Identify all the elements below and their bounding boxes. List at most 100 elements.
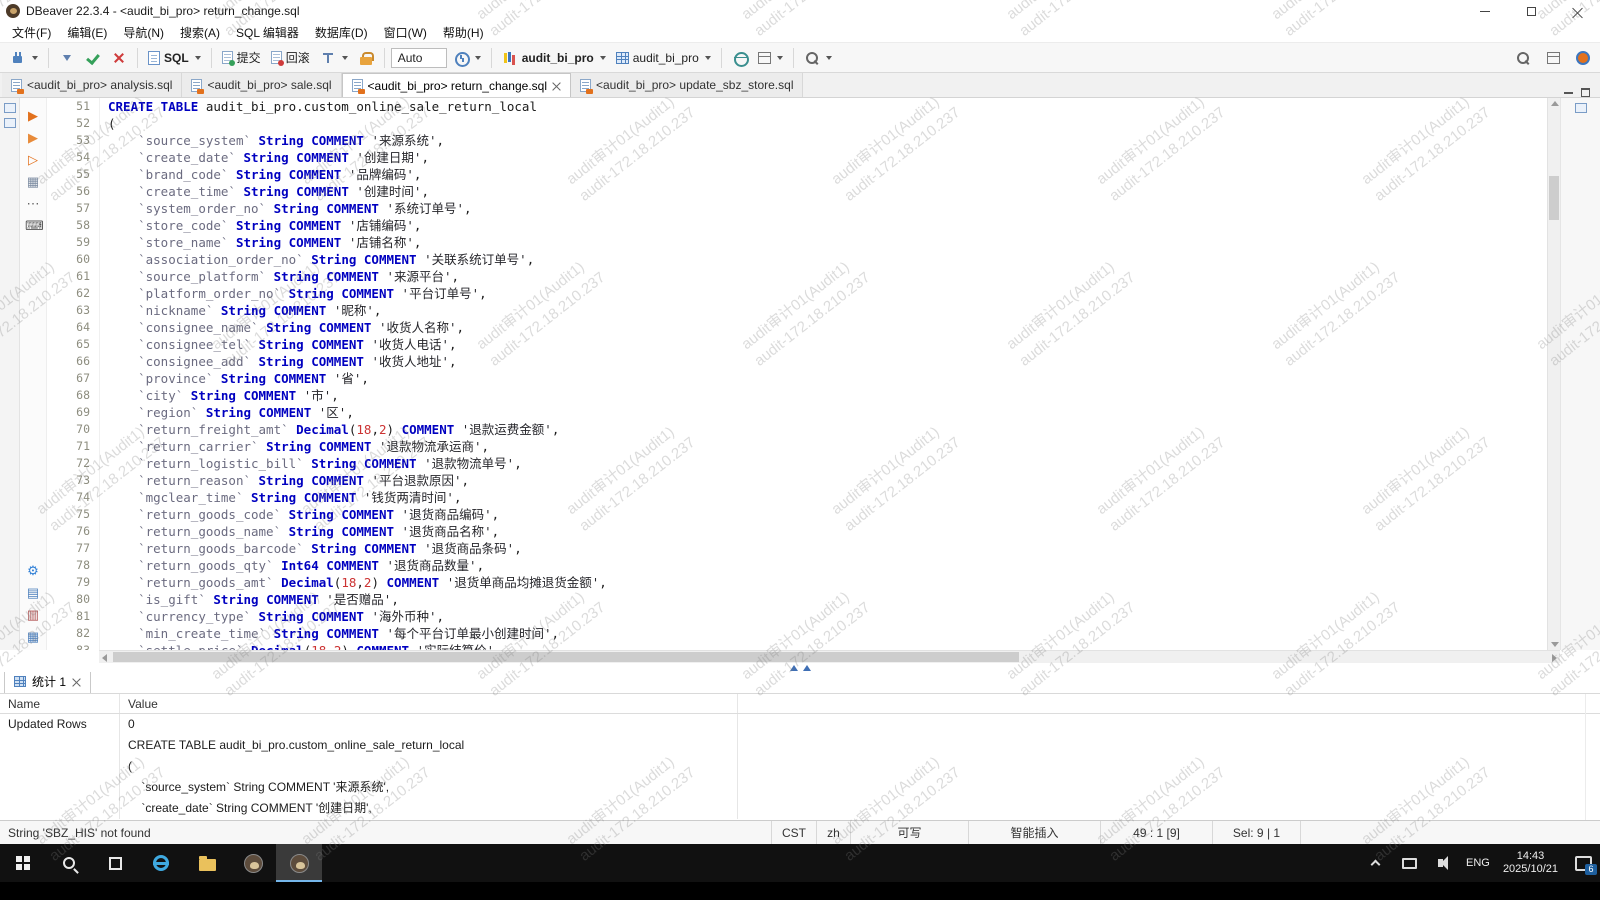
stats-row-1[interactable]: CREATE TABLE audit_bi_pro.custom_online_… — [0, 735, 1600, 756]
execute-sql-icon[interactable]: ▶ — [25, 108, 41, 123]
editor-tab-3[interactable]: <audit_bi_pro> update_sbz_store.sql — [571, 73, 803, 97]
code-line[interactable]: `is_gift` String COMMENT '是否赠品', — [108, 591, 1547, 608]
execute-sql-new-tab-icon[interactable]: ▶ — [25, 130, 41, 145]
tab-statistics[interactable]: 统计 1 — [4, 672, 91, 693]
language-indicator[interactable]: ENG — [1461, 857, 1495, 869]
code-line[interactable]: `return_goods_qty` Int64 COMMENT '退货商品数量… — [108, 557, 1547, 574]
dbeaver-taskbar-button-active[interactable] — [276, 844, 322, 882]
scroll-down-arrow-icon[interactable] — [1551, 642, 1559, 647]
horizontal-scrollbar[interactable] — [99, 650, 1560, 663]
menu-item-1[interactable]: 编辑(E) — [59, 22, 115, 43]
toggle-panels-button[interactable] — [1543, 49, 1564, 67]
scroll-up-arrow-icon[interactable] — [1551, 101, 1559, 106]
connection-selector[interactable]: audit_bi_pro — [498, 47, 610, 69]
collapse-up-icon[interactable] — [790, 665, 798, 671]
code-line[interactable]: `create_date` String COMMENT '创建日期', — [108, 149, 1547, 166]
sql-editor-dropdown-button[interactable]: SQL — [144, 48, 205, 68]
stats-row-4[interactable]: `create_date` String COMMENT '创建日期', — [0, 798, 1600, 819]
code-line[interactable]: `consignee_name` String COMMENT '收货人名称', — [108, 319, 1547, 336]
stats-row-0[interactable]: Updated Rows0 — [0, 714, 1600, 735]
scroll-right-arrow-icon[interactable] — [1552, 654, 1557, 662]
collapse-up-icon[interactable] — [803, 665, 811, 671]
close-icon[interactable] — [72, 677, 81, 686]
status-insert-mode[interactable]: 智能插入 — [968, 821, 1100, 844]
code-line[interactable]: `platform_order_no` String COMMENT '平台订单… — [108, 285, 1547, 302]
maximize-view-icon[interactable] — [1581, 88, 1590, 97]
code-line[interactable]: `province` String COMMENT '省', — [108, 370, 1547, 387]
rollback-button[interactable]: 回滚 — [267, 46, 314, 69]
status-timezone[interactable]: CST — [771, 821, 816, 844]
code-line[interactable]: `consignee_add` String COMMENT '收货人地址', — [108, 353, 1547, 370]
restore-database-navigator-icon[interactable] — [4, 103, 16, 113]
column-header-value[interactable]: Value — [120, 694, 738, 713]
code-line[interactable]: `return_freight_amt` Decimal(18,2) COMME… — [108, 421, 1547, 438]
code-line[interactable]: `store_code` String COMMENT '店铺编码', — [108, 217, 1547, 234]
menu-item-7[interactable]: 帮助(H) — [435, 22, 492, 43]
commit-icon-button[interactable] — [81, 47, 105, 69]
dbeaver-taskbar-button[interactable] — [230, 844, 276, 882]
status-language[interactable]: zh — [816, 821, 850, 844]
taskbar-search-button[interactable] — [46, 844, 92, 882]
start-button[interactable] — [0, 844, 46, 882]
menu-item-6[interactable]: 窗口(W) — [376, 22, 435, 43]
settings-gear-icon[interactable]: ⚙ — [25, 563, 41, 578]
transaction-mode-button[interactable] — [55, 47, 79, 69]
line-number-gutter[interactable]: 5152535455565758596061626364656667686970… — [47, 98, 99, 650]
menu-item-5[interactable]: 数据库(D) — [307, 22, 376, 43]
tray-expand-button[interactable] — [1359, 858, 1393, 868]
restore-projects-view-icon[interactable] — [4, 118, 16, 128]
column-header-name[interactable]: Name — [0, 694, 120, 713]
scroll-left-arrow-icon[interactable] — [102, 654, 107, 662]
commit-button[interactable]: 提交 — [218, 46, 265, 69]
tray-volume-button[interactable] — [1427, 859, 1461, 867]
code-line[interactable]: `create_time` String COMMENT '创建时间', — [108, 183, 1547, 200]
code-line[interactable]: `return_goods_name` String COMMENT '退货商品… — [108, 523, 1547, 540]
open-console-icon[interactable]: ⌨ — [25, 218, 41, 233]
menu-item-4[interactable]: SQL 编辑器 — [228, 22, 307, 43]
transaction-log-button[interactable] — [316, 47, 352, 69]
minimize-button[interactable] — [1462, 0, 1508, 22]
minimize-view-icon[interactable] — [1564, 92, 1573, 94]
code-line[interactable]: `currency_type` String COMMENT '海外币种', — [108, 608, 1547, 625]
code-line[interactable]: `consignee_tel` String COMMENT '收货人电话', — [108, 336, 1547, 353]
script-grid-icon[interactable]: ▦ — [25, 629, 41, 644]
schema-selector[interactable]: audit_bi_pro — [612, 48, 715, 68]
web-button[interactable] — [728, 47, 752, 69]
code-line[interactable]: `brand_code` String COMMENT '品牌编码', — [108, 166, 1547, 183]
code-line[interactable]: `nickname` String COMMENT '昵称', — [108, 302, 1547, 319]
explain-plan-icon[interactable]: ▦ — [25, 174, 41, 189]
sql-editor[interactable]: 5152535455565758596061626364656667686970… — [47, 98, 1560, 650]
taskbar-clock[interactable]: 14:43 2025/10/21 — [1495, 850, 1566, 876]
status-selection[interactable]: Sel: 9 | 1 — [1212, 821, 1300, 844]
search-dropdown-button[interactable] — [800, 47, 836, 69]
vertical-scrollbar[interactable] — [1547, 98, 1560, 650]
code-line[interactable]: `return_carrier` String COMMENT '退款物流承运商… — [108, 438, 1547, 455]
menu-item-3[interactable]: 搜索(A) — [172, 22, 228, 43]
restore-outline-view-icon[interactable] — [1575, 103, 1587, 113]
script-output-icon[interactable]: ▤ — [25, 585, 41, 600]
more-actions-icon[interactable]: ⋯ — [25, 196, 41, 211]
code-line[interactable]: `settle_price` Decimal(18,2) COMMENT '实际… — [108, 642, 1547, 650]
code-line[interactable]: CREATE TABLE audit_bi_pro.custom_online_… — [108, 98, 1547, 115]
community-button[interactable] — [1572, 48, 1594, 68]
maximize-button[interactable] — [1508, 0, 1554, 22]
menu-item-2[interactable]: 导航(N) — [115, 22, 172, 43]
script-log-icon[interactable]: ▥ — [25, 607, 41, 622]
action-center-button[interactable]: 6 — [1566, 856, 1600, 871]
code-line[interactable]: `city` String COMMENT '市', — [108, 387, 1547, 404]
close-button[interactable] — [1554, 0, 1600, 22]
code-line[interactable]: `min_create_time` String COMMENT '每个平台订单… — [108, 625, 1547, 642]
horizontal-scroll-thumb[interactable] — [113, 652, 1019, 662]
menu-item-0[interactable]: 文件(F) — [4, 22, 59, 43]
status-writable[interactable]: 可写 — [850, 821, 968, 844]
code-line[interactable]: `return_goods_amt` Decimal(18,2) COMMENT… — [108, 574, 1547, 591]
code-line[interactable]: ( — [108, 115, 1547, 132]
task-view-button[interactable] — [92, 844, 138, 882]
editor-tab-1[interactable]: <audit_bi_pro> sale.sql — [182, 73, 341, 97]
file-explorer-button[interactable] — [184, 844, 230, 882]
code-line[interactable]: `return_logistic_bill` String COMMENT '退… — [108, 455, 1547, 472]
editor-tab-0[interactable]: <audit_bi_pro> analysis.sql — [2, 73, 182, 97]
code-line[interactable]: `source_system` String COMMENT '来源系统', — [108, 132, 1547, 149]
readonly-toggle-button[interactable] — [354, 47, 378, 69]
code-line[interactable]: `return_goods_code` String COMMENT '退货商品… — [108, 506, 1547, 523]
